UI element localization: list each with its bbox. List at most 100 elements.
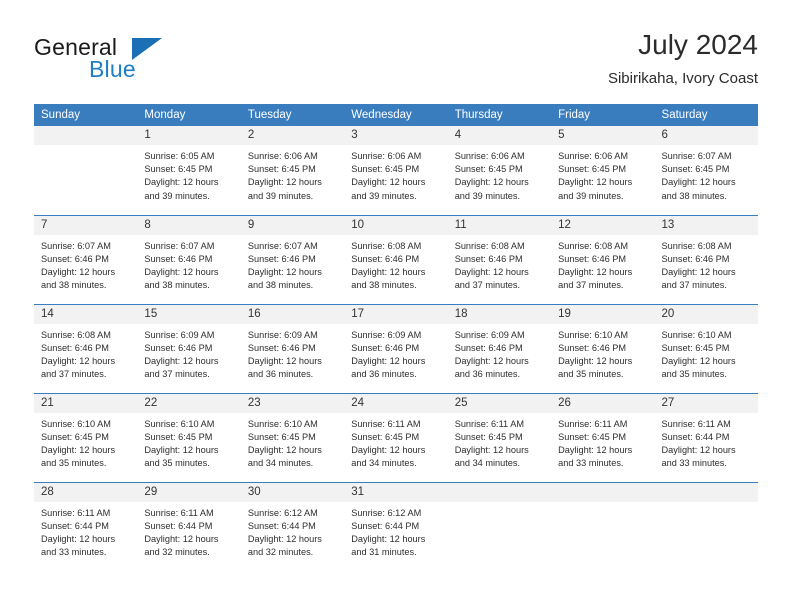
day-sun-details: Sunrise: 6:11 AM Sunset: 6:45 PM Dayligh…: [351, 418, 426, 469]
calendar-day-cell[interactable]: 22 Sunrise: 6:10 AM Sunset: 6:45 PM Dayli…: [137, 392, 241, 482]
day-number: 18: [447, 304, 552, 324]
day-number: 13: [654, 215, 758, 235]
day-sun-details: Sunrise: 6:06 AM Sunset: 6:45 PM Dayligh…: [454, 151, 529, 201]
day-sun-details: Sunrise: 6:05 AM Sunset: 6:45 PM Dayligh…: [144, 151, 219, 201]
day-number: 4: [447, 126, 552, 145]
day-number: 2: [240, 126, 345, 145]
calendar-week-row: 28 Sunrise: 6:11 AM Sunset: 6:44 PM Dayli…: [34, 481, 758, 571]
calendar-day-cell[interactable]: 20 Sunrise: 6:10 AM Sunset: 6:45 PM Dayli…: [654, 303, 758, 393]
calendar-day-cell[interactable]: 21 Sunrise: 6:10 AM Sunset: 6:45 PM Dayli…: [34, 392, 138, 482]
weekday-header-saturday: Saturday: [654, 104, 758, 126]
calendar-day-cell[interactable]: 4 Sunrise: 6:06 AM Sunset: 6:45 PM Daylig…: [447, 126, 552, 215]
day-number: 1: [137, 126, 241, 145]
day-number: 14: [34, 304, 138, 324]
day-number: 30: [240, 482, 345, 502]
day-number: 25: [447, 393, 552, 413]
day-number: 20: [654, 304, 758, 324]
day-number: 10: [344, 215, 448, 235]
day-number: 15: [137, 304, 241, 324]
day-number: 19: [551, 304, 655, 324]
day-number: 24: [344, 393, 448, 413]
day-sun-details: [551, 502, 654, 507]
calendar-day-cell[interactable]: 17 Sunrise: 6:09 AM Sunset: 6:46 PM Dayli…: [344, 303, 448, 393]
day-number: 27: [654, 393, 758, 413]
calendar-day-cell[interactable]: 9 Sunrise: 6:07 AM Sunset: 6:46 PM Daylig…: [240, 214, 345, 304]
calendar-week-row: 21 Sunrise: 6:10 AM Sunset: 6:45 PM Dayli…: [34, 392, 758, 482]
day-sun-details: Sunrise: 6:07 AM Sunset: 6:46 PM Dayligh…: [144, 240, 219, 291]
day-number: 29: [137, 482, 241, 502]
calendar-day-cell[interactable]: 27 Sunrise: 6:11 AM Sunset: 6:44 PM Dayli…: [654, 392, 758, 482]
calendar-day-cell[interactable]: 16 Sunrise: 6:09 AM Sunset: 6:46 PM Dayli…: [240, 303, 345, 393]
calendar-table: Sunday Monday Tuesday Wednesday Thursday Frid…: [34, 104, 758, 571]
weekday-header-row: Sunday Monday Tuesday Wednesday Thursday Frid…: [34, 104, 758, 126]
day-sun-details: Sunrise: 6:09 AM Sunset: 6:46 PM Dayligh…: [247, 329, 322, 380]
calendar-cell-empty: [654, 481, 758, 571]
day-sun-details: Sunrise: 6:11 AM Sunset: 6:44 PM Dayligh…: [41, 507, 116, 558]
calendar-week-row: 1 Sunrise: 6:05 AM Sunset: 6:45 PM Daylig…: [34, 126, 758, 215]
day-sun-details: Sunrise: 6:11 AM Sunset: 6:45 PM Dayligh…: [454, 418, 529, 469]
weekday-header-sunday: Sunday: [34, 104, 138, 126]
calendar-day-cell[interactable]: 26 Sunrise: 6:11 AM Sunset: 6:45 PM Dayli…: [551, 392, 655, 482]
day-number: 26: [551, 393, 655, 413]
day-sun-details: Sunrise: 6:06 AM Sunset: 6:45 PM Dayligh…: [247, 151, 322, 201]
brand-logo[interactable]: General Blue: [34, 34, 234, 90]
calendar-day-cell[interactable]: 23 Sunrise: 6:10 AM Sunset: 6:45 PM Dayli…: [240, 392, 345, 482]
calendar-day-cell[interactable]: 5 Sunrise: 6:06 AM Sunset: 6:45 PM Daylig…: [551, 126, 655, 215]
day-number: 17: [344, 304, 448, 324]
calendar-day-cell[interactable]: 10 Sunrise: 6:08 AM Sunset: 6:46 PM Dayli…: [344, 214, 448, 304]
calendar-day-cell[interactable]: 25 Sunrise: 6:11 AM Sunset: 6:45 PM Dayli…: [447, 392, 552, 482]
day-sun-details: Sunrise: 6:07 AM Sunset: 6:46 PM Dayligh…: [247, 240, 322, 291]
calendar-week-row: 7 Sunrise: 6:07 AM Sunset: 6:46 PM Daylig…: [34, 214, 758, 304]
calendar-day-cell[interactable]: 3 Sunrise: 6:06 AM Sunset: 6:45 PM Daylig…: [344, 126, 448, 215]
calendar-day-cell[interactable]: 19 Sunrise: 6:10 AM Sunset: 6:46 PM Dayli…: [551, 303, 655, 393]
day-number: [654, 482, 758, 502]
calendar-cell-empty: [34, 126, 138, 215]
calendar-day-cell[interactable]: 8 Sunrise: 6:07 AM Sunset: 6:46 PM Daylig…: [137, 214, 241, 304]
calendar-cell-empty: [447, 481, 552, 571]
calendar-day-cell[interactable]: 15 Sunrise: 6:09 AM Sunset: 6:46 PM Dayli…: [137, 303, 241, 393]
calendar-day-cell[interactable]: 2 Sunrise: 6:06 AM Sunset: 6:45 PM Daylig…: [240, 126, 345, 215]
calendar-day-cell[interactable]: 6 Sunrise: 6:07 AM Sunset: 6:45 PM Daylig…: [654, 126, 758, 215]
day-number: 7: [34, 215, 138, 235]
day-sun-details: Sunrise: 6:11 AM Sunset: 6:44 PM Dayligh…: [661, 418, 736, 469]
day-sun-details: Sunrise: 6:12 AM Sunset: 6:44 PM Dayligh…: [351, 507, 426, 558]
calendar-day-cell[interactable]: 1 Sunrise: 6:05 AM Sunset: 6:45 PM Daylig…: [137, 126, 241, 215]
day-number: 5: [551, 126, 655, 145]
page-header: General Blue July 2024 Sibirikaha, Ivory…: [34, 28, 758, 96]
weekday-header-wednesday: Wednesday: [344, 104, 448, 126]
calendar-day-cell[interactable]: 18 Sunrise: 6:09 AM Sunset: 6:46 PM Dayli…: [447, 303, 552, 393]
calendar-day-cell[interactable]: 7 Sunrise: 6:07 AM Sunset: 6:46 PM Daylig…: [34, 214, 138, 304]
day-sun-details: Sunrise: 6:07 AM Sunset: 6:46 PM Dayligh…: [41, 240, 116, 291]
calendar-day-cell[interactable]: 30 Sunrise: 6:12 AM Sunset: 6:44 PM Dayli…: [240, 481, 345, 571]
day-number: 9: [240, 215, 345, 235]
day-sun-details: Sunrise: 6:10 AM Sunset: 6:45 PM Dayligh…: [144, 418, 219, 469]
day-sun-details: Sunrise: 6:11 AM Sunset: 6:45 PM Dayligh…: [558, 418, 633, 469]
day-number: 22: [137, 393, 241, 413]
calendar-day-cell[interactable]: 11 Sunrise: 6:08 AM Sunset: 6:46 PM Dayli…: [447, 214, 552, 304]
day-sun-details: Sunrise: 6:08 AM Sunset: 6:46 PM Dayligh…: [661, 240, 736, 291]
calendar-day-cell[interactable]: 13 Sunrise: 6:08 AM Sunset: 6:46 PM Dayli…: [654, 214, 758, 304]
day-number: 21: [34, 393, 138, 413]
calendar-day-cell[interactable]: 14 Sunrise: 6:08 AM Sunset: 6:46 PM Dayli…: [34, 303, 138, 393]
brand-name-blue: Blue: [89, 56, 136, 82]
day-number: 31: [344, 482, 448, 502]
day-sun-details: Sunrise: 6:08 AM Sunset: 6:46 PM Dayligh…: [351, 240, 426, 291]
day-number: 28: [34, 482, 138, 502]
day-number: 6: [654, 126, 758, 145]
calendar-cell-empty: [551, 481, 655, 571]
calendar-day-cell[interactable]: 24 Sunrise: 6:11 AM Sunset: 6:45 PM Dayli…: [344, 392, 448, 482]
calendar-day-cell[interactable]: 12 Sunrise: 6:08 AM Sunset: 6:46 PM Dayli…: [551, 214, 655, 304]
day-number: [551, 482, 655, 502]
day-sun-details: Sunrise: 6:11 AM Sunset: 6:44 PM Dayligh…: [144, 507, 219, 558]
day-sun-details: Sunrise: 6:10 AM Sunset: 6:46 PM Dayligh…: [558, 329, 633, 380]
weekday-header-friday: Friday: [551, 104, 655, 126]
day-sun-details: Sunrise: 6:07 AM Sunset: 6:45 PM Dayligh…: [661, 151, 736, 201]
calendar-day-cell[interactable]: 28 Sunrise: 6:11 AM Sunset: 6:44 PM Dayli…: [34, 481, 138, 571]
calendar-page: General Blue July 2024 Sibirikaha, Ivory…: [0, 0, 792, 612]
day-sun-details: [655, 502, 758, 507]
day-sun-details: Sunrise: 6:09 AM Sunset: 6:46 PM Dayligh…: [144, 329, 219, 380]
day-number: 23: [240, 393, 345, 413]
calendar-day-cell[interactable]: 31 Sunrise: 6:12 AM Sunset: 6:44 PM Dayli…: [344, 481, 448, 571]
day-sun-details: Sunrise: 6:10 AM Sunset: 6:45 PM Dayligh…: [41, 418, 116, 469]
calendar-day-cell[interactable]: 29 Sunrise: 6:11 AM Sunset: 6:44 PM Dayli…: [137, 481, 241, 571]
